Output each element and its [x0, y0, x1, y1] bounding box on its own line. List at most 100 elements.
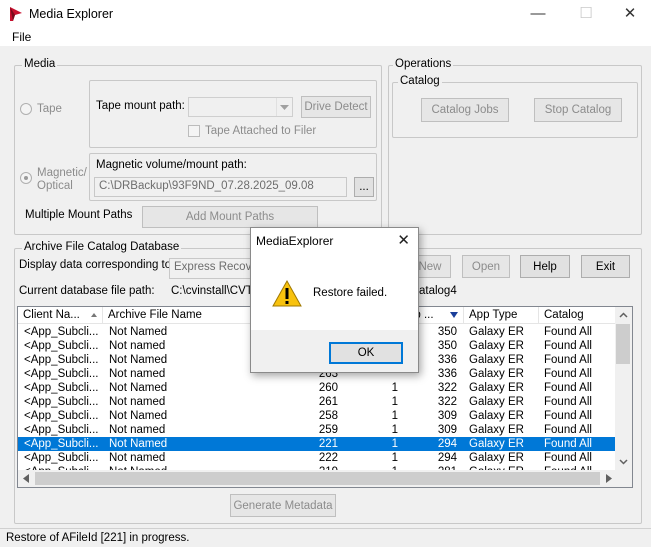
tape-mount-label: Tape mount path:: [96, 100, 185, 112]
column-catalog[interactable]: Catalog: [539, 307, 617, 324]
drive-detect-button[interactable]: Drive Detect: [301, 96, 371, 118]
magnetic-label-line2: Optical: [37, 180, 73, 192]
col4-cell: 1: [391, 424, 398, 436]
job-id-cell: 309: [437, 410, 457, 422]
display-data-select[interactable]: Express Recove: [169, 258, 253, 279]
scroll-right-icon[interactable]: [606, 474, 612, 483]
browse-button[interactable]: ...: [354, 177, 374, 197]
error-dialog: MediaExplorer ✕ Restore failed. OK: [250, 227, 419, 373]
help-button[interactable]: Help: [520, 255, 570, 278]
horizontal-scroll-thumb[interactable]: [35, 472, 600, 485]
client-cell: <App_Subcli...: [24, 452, 99, 464]
scroll-up-icon[interactable]: [619, 312, 628, 318]
tape-radio[interactable]: [20, 103, 32, 115]
catalog-cell: Found All: [544, 354, 592, 366]
magnetic-label-line1: Magnetic/: [37, 167, 87, 179]
tape-attached-checkbox[interactable]: [188, 125, 200, 137]
menu-file[interactable]: File: [12, 30, 31, 44]
media-group-title: Media: [22, 58, 58, 70]
catalog-cell: Found All: [544, 382, 592, 394]
col4-cell: 1: [391, 452, 398, 464]
exit-button[interactable]: Exit: [581, 255, 630, 278]
stop-catalog-button[interactable]: Stop Catalog: [534, 98, 622, 122]
catalog-cell: Found All: [544, 410, 592, 422]
col3-cell: 261: [318, 396, 338, 408]
col3-cell: 258: [318, 410, 338, 422]
archive-group-title: Archive File Catalog Database: [22, 241, 182, 253]
table-row[interactable]: <App_Subcli... Not named 261 1 322 Galaxy ER F…: [18, 395, 618, 409]
vertical-scroll-thumb[interactable]: [616, 324, 630, 364]
db-path-label: Current database file path:: [19, 285, 155, 297]
archive-file-cell: Not Named: [109, 410, 168, 422]
col3-cell: 259: [318, 424, 338, 436]
scroll-left-icon[interactable]: [23, 474, 29, 483]
status-text: Restore of AFileId [221] in progress.: [6, 532, 190, 544]
minimize-button[interactable]: —: [515, 2, 561, 26]
menu-bar: [0, 28, 651, 46]
column-app-type[interactable]: App Type: [464, 307, 539, 324]
client-cell: <App_Subcli...: [24, 368, 99, 380]
operations-group-title: Operations: [393, 58, 454, 70]
tape-label: Tape: [37, 103, 62, 115]
app-type-cell: Galaxy ER: [469, 410, 524, 422]
maximize-button[interactable]: ☐: [563, 2, 609, 26]
client-cell: <App_Subcli...: [24, 396, 99, 408]
column-client-name[interactable]: Client Na...: [18, 307, 103, 324]
col4-cell: 1: [391, 438, 398, 450]
catalog-cell: Found All: [544, 424, 592, 436]
dialog-title: MediaExplorer: [256, 234, 334, 248]
tape-mount-select[interactable]: [188, 97, 293, 117]
chevron-down-icon: [280, 104, 289, 110]
table-row[interactable]: <App_Subcli... Not Named 258 1 309 Galaxy ER F…: [18, 409, 618, 423]
app-type-cell: Galaxy ER: [469, 326, 524, 338]
close-button[interactable]: ✕: [607, 2, 651, 26]
magnetic-path-field[interactable]: C:\DRBackup\93F9ND_07.28.2025_09.08: [94, 177, 347, 197]
db-path-value: C:\cvinstall\CVT: [171, 285, 251, 297]
warning-icon: [272, 280, 302, 307]
archive-file-cell: Not Named: [109, 438, 168, 450]
table-row[interactable]: <App_Subcli... Not Named 260 1 322 Galaxy ER F…: [18, 381, 618, 395]
app-type-cell: Galaxy ER: [469, 424, 524, 436]
archive-file-cell: Not named: [109, 424, 166, 436]
archive-file-cell: Not Named: [109, 382, 168, 394]
client-cell: <App_Subcli...: [24, 354, 99, 366]
multiple-mount-label: Multiple Mount Paths: [25, 209, 133, 221]
catalog-cell: Found All: [544, 396, 592, 408]
scroll-corner: [615, 470, 632, 487]
catalog-group-title: Catalog: [398, 75, 442, 87]
col4-cell: 1: [391, 396, 398, 408]
client-cell: <App_Subcli...: [24, 326, 99, 338]
catalog-jobs-button[interactable]: Catalog Jobs: [421, 98, 509, 122]
job-id-cell: 294: [437, 452, 457, 464]
magnetic-radio[interactable]: [20, 172, 32, 184]
catalog-cell: Found All: [544, 340, 592, 352]
archive-file-cell: Not named: [109, 452, 166, 464]
ok-button[interactable]: OK: [329, 342, 403, 364]
app-type-cell: Galaxy ER: [469, 368, 524, 380]
catalog-cell: Found All: [544, 326, 592, 338]
sort-up-icon: [91, 313, 97, 317]
col3-cell: 260: [318, 382, 338, 394]
client-cell: <App_Subcli...: [24, 438, 99, 450]
dialog-close-button[interactable]: ✕: [397, 231, 410, 249]
scroll-down-icon[interactable]: [619, 459, 628, 465]
job-id-cell: 322: [437, 396, 457, 408]
tape-attached-label: Tape Attached to Filer: [205, 125, 317, 137]
vertical-scrollbar[interactable]: [615, 307, 632, 470]
app-logo-icon: [10, 7, 22, 21]
table-row[interactable]: <App_Subcli... Not Named 221 1 294 Galaxy ER F…: [18, 437, 618, 451]
table-row[interactable]: <App_Subcli... Not named 222 1 294 Galaxy ER F…: [18, 451, 618, 465]
table-row[interactable]: <App_Subcli... Not named 259 1 309 Galaxy ER F…: [18, 423, 618, 437]
display-data-label: Display data corresponding to:: [19, 259, 175, 271]
db-path-suffix: atalog4: [419, 285, 457, 297]
job-id-cell: 294: [437, 438, 457, 450]
col4-cell: 1: [391, 410, 398, 422]
open-button[interactable]: Open: [462, 255, 510, 278]
generate-metadata-button[interactable]: Generate Metadata: [230, 494, 336, 517]
client-cell: <App_Subcli...: [24, 410, 99, 422]
magnetic-path-label: Magnetic volume/mount path:: [96, 159, 247, 171]
app-type-cell: Galaxy ER: [469, 438, 524, 450]
catalog-cell: Found All: [544, 452, 592, 464]
horizontal-scrollbar[interactable]: [18, 470, 617, 487]
add-mount-paths-button[interactable]: Add Mount Paths: [142, 206, 318, 228]
